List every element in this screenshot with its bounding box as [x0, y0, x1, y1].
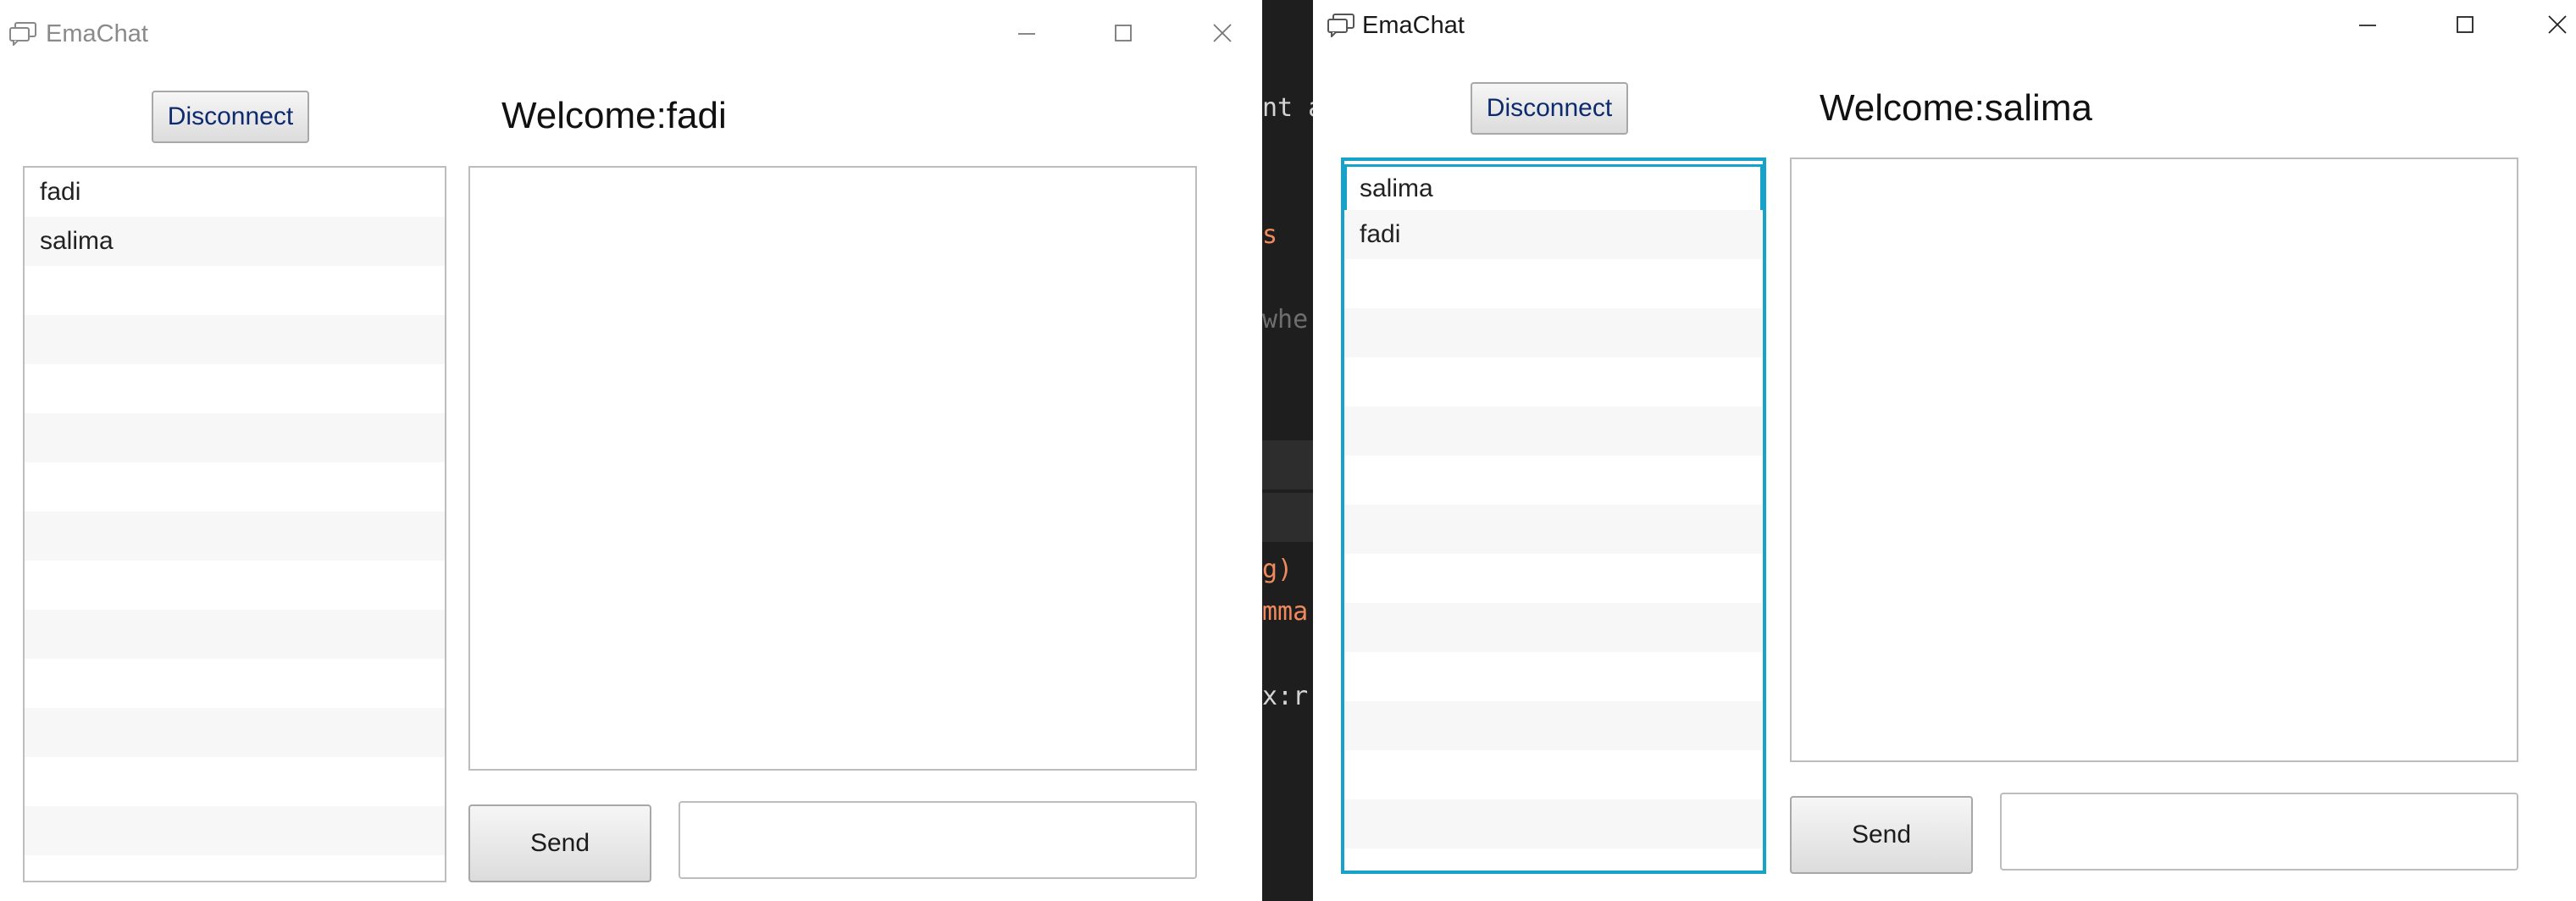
code-fragment: s [1262, 220, 1278, 250]
maximize-icon[interactable] [2440, 3, 2490, 46]
code-fragment: mma [1262, 597, 1309, 627]
user-list[interactable]: fadi salima [23, 166, 446, 882]
background-code-editor: nt a s whe g) mma x:r [1262, 0, 1323, 901]
window-title: EmaChat [1362, 12, 1465, 39]
empty-list-row [25, 610, 445, 659]
chat-window-salima[interactable]: EmaChat Disconnect Welcome:salima salima… [1313, 0, 2576, 901]
minimize-icon[interactable] [2342, 3, 2393, 46]
user-list-item[interactable]: fadi [25, 168, 445, 217]
empty-list-row [1344, 406, 1763, 456]
editor-highlight-line [1262, 493, 1313, 542]
disconnect-button[interactable]: Disconnect [1471, 82, 1628, 135]
code-fragment: x:r [1262, 682, 1309, 711]
code-fragment: g) [1262, 555, 1294, 584]
send-button[interactable]: Send [1790, 796, 1973, 874]
window-title: EmaChat [46, 20, 148, 47]
empty-list-row [25, 413, 445, 462]
user-list-item[interactable]: salima [25, 217, 445, 266]
empty-list-row [25, 757, 445, 806]
message-area[interactable] [1790, 158, 2518, 762]
empty-list-row [25, 511, 445, 561]
empty-list-row [25, 462, 445, 511]
empty-list-row [1344, 603, 1763, 652]
empty-list-row [1344, 554, 1763, 603]
chat-bubbles-icon[interactable] [1327, 12, 1355, 39]
empty-list-row [1344, 259, 1763, 308]
empty-list-row [1344, 750, 1763, 799]
empty-list-row [1344, 652, 1763, 701]
empty-list-row [25, 561, 445, 610]
user-list-item[interactable]: fadi [1344, 210, 1763, 259]
empty-list-row [1344, 701, 1763, 750]
chat-window-fadi[interactable]: EmaChat Disconnect Welcome:fadi fadi sal… [0, 0, 1262, 901]
empty-list-row [25, 659, 445, 708]
minimize-icon[interactable] [1001, 12, 1052, 54]
empty-list-row [1344, 456, 1763, 505]
welcome-heading: Welcome:salima [1820, 87, 2092, 129]
empty-list-row [1344, 357, 1763, 406]
empty-list-row [25, 315, 445, 364]
message-area[interactable] [468, 166, 1197, 771]
welcome-heading: Welcome:fadi [501, 95, 727, 136]
empty-list-row [25, 806, 445, 855]
chat-bubbles-icon[interactable] [8, 20, 37, 47]
empty-list-row [25, 266, 445, 315]
user-list-item-selected[interactable]: salima [1344, 164, 1763, 213]
empty-list-row [1344, 505, 1763, 554]
message-input[interactable] [679, 801, 1197, 879]
close-icon[interactable] [2532, 3, 2576, 46]
empty-list-row [25, 708, 445, 757]
send-button[interactable]: Send [468, 804, 651, 882]
close-icon[interactable] [1197, 12, 1248, 54]
editor-highlight-line [1262, 440, 1313, 489]
user-list[interactable]: salima fadi [1341, 158, 1766, 874]
empty-list-row [1344, 799, 1763, 848]
title-bar[interactable]: EmaChat [0, 0, 1262, 68]
empty-list-row [25, 364, 445, 413]
title-bar[interactable]: EmaChat [1313, 0, 2576, 68]
message-input[interactable] [2000, 793, 2518, 871]
maximize-icon[interactable] [1098, 12, 1149, 54]
disconnect-button[interactable]: Disconnect [152, 91, 309, 143]
code-fragment: whe [1262, 305, 1309, 334]
empty-list-row [1344, 308, 1763, 357]
